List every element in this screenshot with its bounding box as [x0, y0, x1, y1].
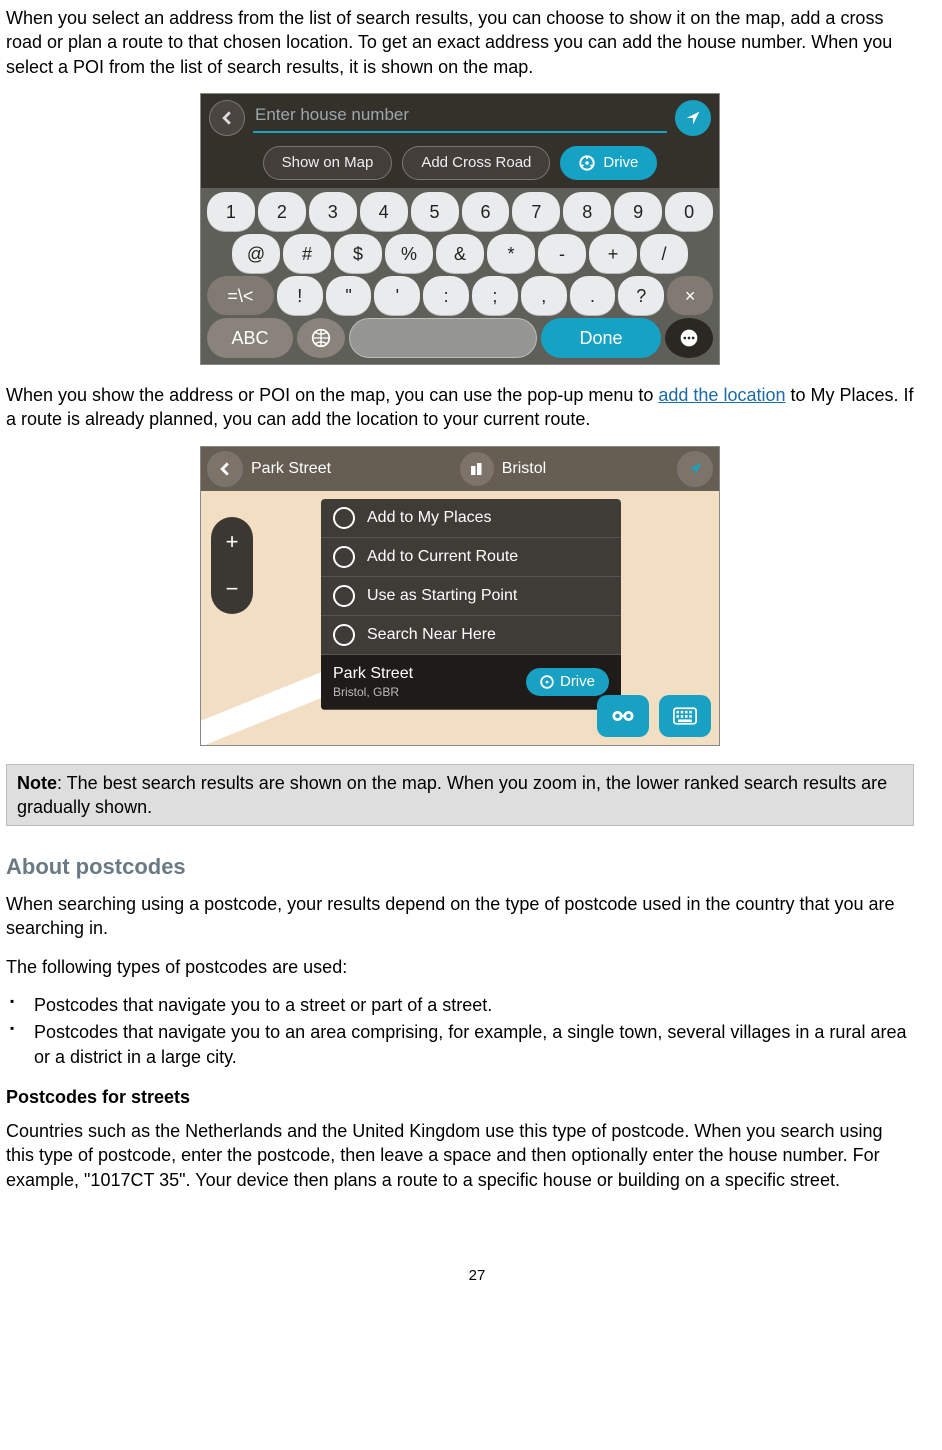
postcode-types-intro: The following types of postcodes are use…	[6, 955, 914, 979]
popup-paragraph: When you show the address or POI on the …	[6, 383, 914, 432]
postcode-streets-para: Countries such as the Netherlands and th…	[6, 1119, 914, 1192]
context-selected[interactable]: Park Street Bristol, GBR Drive	[321, 655, 621, 710]
drive-button[interactable]: Drive	[560, 146, 657, 180]
context-item-label: Search Near Here	[367, 624, 496, 646]
screenshot-keyboard: Enter house number Show on Map Add Cross…	[200, 93, 720, 365]
context-item-label: Add to Current Route	[367, 546, 518, 568]
key-2[interactable]: 2	[258, 192, 306, 232]
add-cross-road-button[interactable]: Add Cross Road	[402, 146, 550, 180]
sub-heading: Postcodes for streets	[6, 1085, 914, 1109]
key-#[interactable]: #	[283, 234, 331, 274]
back-button[interactable]	[209, 100, 245, 136]
popup-text-a: When you show the address or POI on the …	[6, 385, 658, 405]
location-arrow-button-2[interactable]	[677, 451, 713, 487]
keyboard-toggle-button[interactable]	[659, 695, 711, 737]
keyboard-space[interactable]	[349, 318, 537, 358]
key-5[interactable]: 5	[411, 192, 459, 232]
selected-subtitle: Bristol, GBR	[333, 684, 413, 700]
house-number-input[interactable]: Enter house number	[253, 102, 667, 133]
context-menu: Add to My Places Add to Current Route Use …	[321, 499, 621, 710]
key-![interactable]: !	[277, 276, 323, 316]
keyboard-abc-button[interactable]: ABC	[207, 318, 293, 358]
postcode-bullets: Postcodes that navigate you to a street …	[6, 993, 914, 1069]
key-;[interactable]: ;	[472, 276, 518, 316]
key-4[interactable]: 4	[360, 192, 408, 232]
drive-label: Drive	[603, 153, 638, 173]
context-drive-label: Drive	[560, 672, 595, 692]
key-,[interactable]: ,	[521, 276, 567, 316]
key-×[interactable]: ×	[667, 276, 713, 316]
context-item-1[interactable]: Add to Current Route	[321, 538, 621, 577]
context-drive-button[interactable]: Drive	[526, 668, 609, 696]
context-item-icon	[333, 546, 355, 568]
search-city-field[interactable]: Bristol	[502, 458, 669, 480]
key-%[interactable]: %	[385, 234, 433, 274]
key-'[interactable]: '	[374, 276, 420, 316]
key-?[interactable]: ?	[618, 276, 664, 316]
key-3[interactable]: 3	[309, 192, 357, 232]
city-icon	[460, 452, 494, 486]
key-6[interactable]: 6	[462, 192, 510, 232]
key-8[interactable]: 8	[563, 192, 611, 232]
add-location-link[interactable]: add the location	[658, 385, 785, 405]
page-number: 27	[6, 1266, 942, 1286]
context-item-icon	[333, 585, 355, 607]
key-$[interactable]: $	[334, 234, 382, 274]
key-.[interactable]: .	[570, 276, 616, 316]
context-item-2[interactable]: Use as Starting Point	[321, 577, 621, 616]
key-7[interactable]: 7	[512, 192, 560, 232]
bullet-1: Postcodes that navigate you to a street …	[6, 993, 914, 1017]
postcode-intro: When searching using a postcode, your re…	[6, 892, 914, 941]
key--[interactable]: -	[538, 234, 586, 274]
key-/[interactable]: /	[640, 234, 688, 274]
note-label: Note	[17, 773, 57, 793]
keyboard-globe-button[interactable]	[297, 318, 345, 358]
context-item-icon	[333, 624, 355, 646]
context-item-3[interactable]: Search Near Here	[321, 616, 621, 655]
context-item-label: Use as Starting Point	[367, 585, 517, 607]
keyboard-switch-button[interactable]	[665, 318, 713, 358]
bullet-2: Postcodes that navigate you to an area c…	[6, 1020, 914, 1069]
key-+[interactable]: +	[589, 234, 637, 274]
parking-button[interactable]	[597, 695, 649, 737]
selected-title: Park Street	[333, 663, 413, 685]
key-0[interactable]: 0	[665, 192, 713, 232]
note-body: : The best search results are shown on t…	[17, 773, 887, 817]
zoom-in-icon[interactable]: +	[226, 527, 239, 557]
back-button-2[interactable]	[207, 451, 243, 487]
context-item-label: Add to My Places	[367, 507, 492, 529]
note-box: Note: The best search results are shown …	[6, 764, 914, 827]
show-on-map-button[interactable]: Show on Map	[263, 146, 393, 180]
location-arrow-button[interactable]	[675, 100, 711, 136]
screenshot-map-popup: Park Street Bristol + − Add to My Places…	[200, 446, 720, 746]
search-street-field[interactable]: Park Street	[251, 458, 452, 480]
key-9[interactable]: 9	[614, 192, 662, 232]
context-item-0[interactable]: Add to My Places	[321, 499, 621, 538]
key-"[interactable]: "	[326, 276, 372, 316]
context-item-icon	[333, 507, 355, 529]
keyboard-done-button[interactable]: Done	[541, 318, 661, 358]
zoom-control[interactable]: + −	[211, 517, 253, 614]
key-:[interactable]: :	[423, 276, 469, 316]
intro-paragraph: When you select an address from the list…	[6, 6, 914, 79]
key-@[interactable]: @	[232, 234, 280, 274]
key-1[interactable]: 1	[207, 192, 255, 232]
section-heading: About postcodes	[6, 852, 914, 882]
key-&[interactable]: &	[436, 234, 484, 274]
key-=\<[interactable]: =\<	[207, 276, 274, 316]
key-*[interactable]: *	[487, 234, 535, 274]
zoom-out-icon[interactable]: −	[226, 574, 239, 604]
